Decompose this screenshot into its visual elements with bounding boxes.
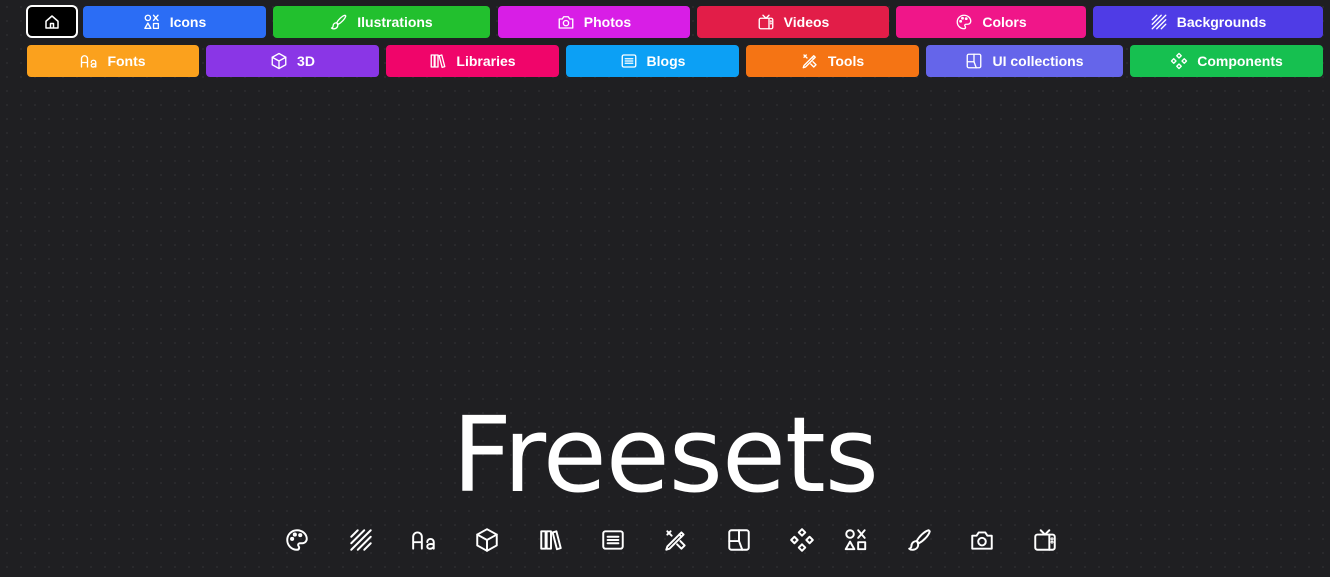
blog-icon[interactable] — [597, 524, 629, 556]
nav-button-3d[interactable]: 3D — [206, 45, 379, 77]
nav-button-label: Backgrounds — [1176, 14, 1267, 30]
nav-button-components[interactable]: Components — [1130, 45, 1323, 77]
nav-button-colors[interactable]: Colors — [896, 6, 1086, 38]
shapes-icon[interactable] — [840, 524, 872, 556]
nav-button-label: 3D — [297, 53, 315, 69]
cube-icon[interactable] — [471, 524, 503, 556]
layout-icon — [965, 52, 983, 70]
nav-button-label: Icons — [169, 14, 207, 30]
cube-icon — [270, 52, 288, 70]
palette-icon[interactable] — [281, 524, 313, 556]
home-icon — [45, 14, 59, 29]
fonts-icon — [80, 52, 98, 70]
hatch-icon[interactable] — [345, 524, 377, 556]
palette-icon — [955, 13, 973, 31]
camera-icon[interactable] — [966, 524, 998, 556]
fonts-icon[interactable] — [408, 524, 440, 556]
tv-icon — [757, 13, 775, 31]
blog-icon — [620, 52, 638, 70]
category-icon-strip — [0, 524, 1330, 556]
tools-icon — [801, 52, 819, 70]
nav-button-photos[interactable]: Photos — [498, 6, 690, 38]
nav-button-ilustrations[interactable]: Ilustrations — [273, 6, 490, 38]
nav-button-label: UI collections — [992, 53, 1084, 69]
nav-button-label: Tools — [827, 53, 865, 69]
nav-button-label: Colors — [982, 14, 1027, 30]
hatch-icon — [1150, 13, 1168, 31]
nav-button-icons[interactable]: Icons — [83, 6, 266, 38]
nav-button-label: Blogs — [646, 53, 686, 69]
layout-icon[interactable] — [723, 524, 755, 556]
brush-icon — [330, 13, 348, 31]
nav-button-label: Videos — [783, 14, 830, 30]
shapes-icon — [143, 13, 161, 31]
nav-button-fonts[interactable]: Fonts — [27, 45, 199, 77]
brush-icon[interactable] — [904, 524, 936, 556]
components-icon — [1170, 52, 1188, 70]
nav-button-backgrounds[interactable]: Backgrounds — [1093, 6, 1323, 38]
nav-button-label: Photos — [583, 14, 632, 30]
nav-button-videos[interactable]: Videos — [697, 6, 889, 38]
home-button[interactable] — [26, 5, 78, 38]
nav-button-blogs[interactable]: Blogs — [566, 45, 739, 77]
nav-button-tools[interactable]: Tools — [746, 45, 919, 77]
nav-button-label: Libraries — [456, 53, 516, 69]
components-icon[interactable] — [786, 524, 818, 556]
page-title: Freesets — [452, 394, 879, 516]
books-icon — [429, 52, 447, 70]
books-icon[interactable] — [535, 524, 567, 556]
tools-icon[interactable] — [660, 524, 692, 556]
nav-button-label: Fonts — [107, 53, 146, 69]
nav-button-ui-collections[interactable]: UI collections — [926, 45, 1123, 77]
nav-button-label: Components — [1197, 53, 1283, 69]
tv-icon[interactable] — [1029, 524, 1061, 556]
nav-button-label: Ilustrations — [357, 14, 433, 30]
nav-button-libraries[interactable]: Libraries — [386, 45, 559, 77]
camera-icon — [557, 13, 575, 31]
